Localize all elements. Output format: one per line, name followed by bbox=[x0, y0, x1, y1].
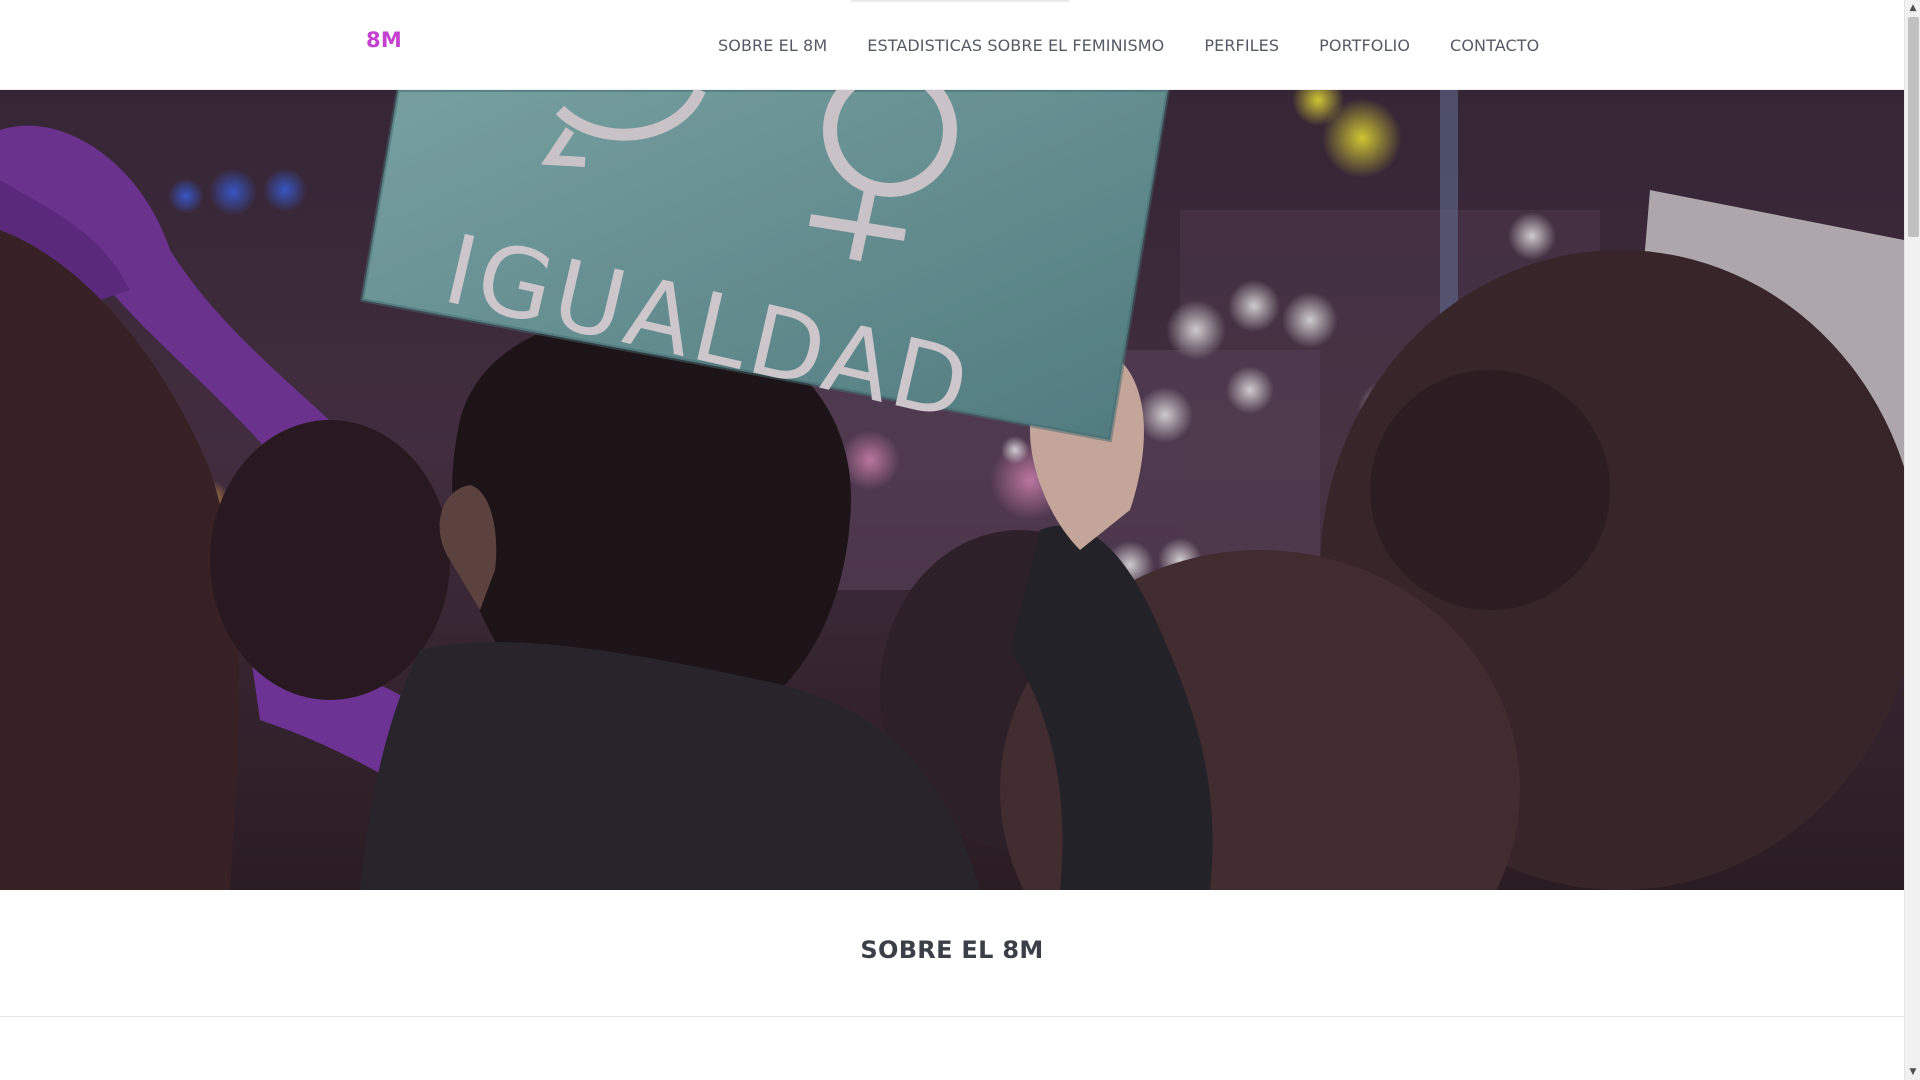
section-title: SOBRE EL 8M bbox=[860, 936, 1044, 964]
nav-link-perfiles[interactable]: PERFILES bbox=[1204, 36, 1279, 55]
hero-banner: IGUALDAD bbox=[0, 90, 1904, 890]
scrollbar-thumb[interactable] bbox=[1908, 17, 1919, 237]
main-nav: SOBRE EL 8M ESTADISTICAS SOBRE EL FEMINI… bbox=[718, 0, 1539, 90]
triangle-down-icon[interactable]: ▼ bbox=[1905, 1064, 1920, 1080]
top-navbar: 8M SOBRE EL 8M ESTADISTICAS SOBRE EL FEM… bbox=[0, 0, 1904, 90]
nav-link-portfolio[interactable]: PORTFOLIO bbox=[1319, 36, 1410, 55]
hero-protest-photo: IGUALDAD bbox=[0, 90, 1904, 890]
brand-logo-link[interactable]: 8M bbox=[366, 28, 402, 52]
vertical-scrollbar[interactable]: ▲ ▼ bbox=[1904, 0, 1920, 1080]
nav-link-sobre-el-8m[interactable]: SOBRE EL 8M bbox=[718, 36, 827, 55]
about-section-body bbox=[0, 1017, 1904, 1080]
triangle-up-icon[interactable]: ▲ bbox=[1905, 0, 1920, 16]
about-section-header: SOBRE EL 8M bbox=[0, 890, 1904, 1017]
nav-link-contacto[interactable]: CONTACTO bbox=[1450, 36, 1539, 55]
nav-link-estadisticas[interactable]: ESTADISTICAS SOBRE EL FEMINISMO bbox=[867, 36, 1164, 55]
